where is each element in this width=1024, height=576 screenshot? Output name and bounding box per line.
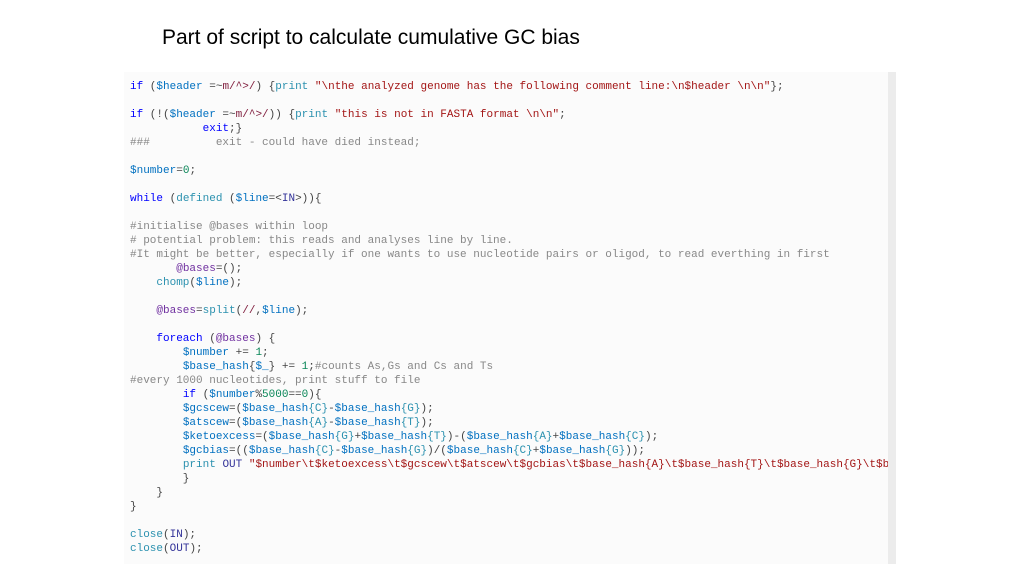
filehandle-out: OUT [222,459,242,471]
string-literal: "this is not in FASTA format \n\n" [335,109,559,121]
code-snippet-box: if ($header =~m/^>/) {print "\nthe analy… [124,72,896,564]
number-5000: 5000 [262,389,288,401]
hash-key-T: {T} [401,417,421,429]
var-number: $number [209,389,255,401]
fn-print: print [183,459,216,471]
var-basehash: $base_hash [183,361,249,373]
var-basehash: $base_hash [335,417,401,429]
number-zero: 0 [302,389,309,401]
var-underscore: $_ [255,361,268,373]
var-header: $header [170,109,216,121]
fn-close: close [130,529,163,541]
fn-split: split [203,305,236,317]
var-basehash: $base_hash [447,445,513,457]
filehandle-in: IN [170,529,183,541]
number-one: 1 [302,361,309,373]
number-zero: 0 [183,165,190,177]
keyword-if: if [130,81,143,93]
fn-print: print [275,81,308,93]
comment: #counts As,Gs and Cs and Ts [315,361,493,373]
var-basehash: $base_hash [559,431,625,443]
hash-key-C: {C} [308,403,328,415]
hash-key-A: {A} [533,431,553,443]
comment: # potential problem: this reads and anal… [130,235,513,247]
var-basehash: $base_hash [539,445,605,457]
regex: // [242,305,255,317]
comment: ### exit - could have died instead; [130,137,420,149]
keyword-while: while [130,193,163,205]
var-basehash: $base_hash [242,403,308,415]
slide-title: Part of script to calculate cumulative G… [162,26,580,50]
var-basehash: $base_hash [467,431,533,443]
var-bases: @bases [216,333,256,345]
fn-close: close [130,543,163,555]
fn-defined: defined [176,193,222,205]
comment: #It might be better, especially if one w… [130,249,830,261]
hash-key-C: {C} [513,445,533,457]
var-basehash: $base_hash [269,431,335,443]
fn-print: print [295,109,328,121]
var-line: $line [236,193,269,205]
filehandle-in: IN [282,193,295,205]
var-gcbias: $gcbias [183,445,229,457]
hash-key-G: {G} [401,403,421,415]
hash-key-C: {C} [315,445,335,457]
var-atscew: $atscew [183,417,229,429]
number-one: 1 [255,347,262,359]
code-snippet: if ($header =~m/^>/) {print "\nthe analy… [124,72,888,564]
hash-key-T: {T} [427,431,447,443]
keyword-if: if [130,109,143,121]
keyword-if: if [183,389,196,401]
hash-key-G: {G} [605,445,625,457]
var-basehash: $base_hash [361,431,427,443]
var-line: $line [262,305,295,317]
var-line: $line [196,277,229,289]
var-basehash: $base_hash [249,445,315,457]
var-basehash: $base_hash [242,417,308,429]
var-number: $number [183,347,229,359]
string-literal: "\nthe analyzed genome has the following… [315,81,770,93]
slide: Part of script to calculate cumulative G… [0,0,1024,576]
regex: m/^>/ [236,109,269,121]
fn-chomp: chomp [156,277,189,289]
comment: #every 1000 nucleotides, print stuff to … [130,375,420,387]
var-bases: @bases [156,305,196,317]
comment: #initialise @bases within loop [130,221,328,233]
var-bases: @bases [176,263,216,275]
hash-key-C: {C} [625,431,645,443]
var-basehash: $base_hash [341,445,407,457]
var-number: $number [130,165,176,177]
var-header: $header [156,81,202,93]
hash-key-G: {G} [407,445,427,457]
var-gcscew: $gcscew [183,403,229,415]
hash-key-A: {A} [308,417,328,429]
var-basehash: $base_hash [335,403,401,415]
keyword-foreach: foreach [156,333,202,345]
keyword-exit: exit [203,123,229,135]
filehandle-out: OUT [170,543,190,555]
var-ketoexcess: $ketoexcess [183,431,256,443]
hash-key-G: {G} [335,431,355,443]
regex: m/^>/ [222,81,255,93]
string-literal: "$number\t$ketoexcess\t$gcscew\t$atscew\… [249,459,896,471]
